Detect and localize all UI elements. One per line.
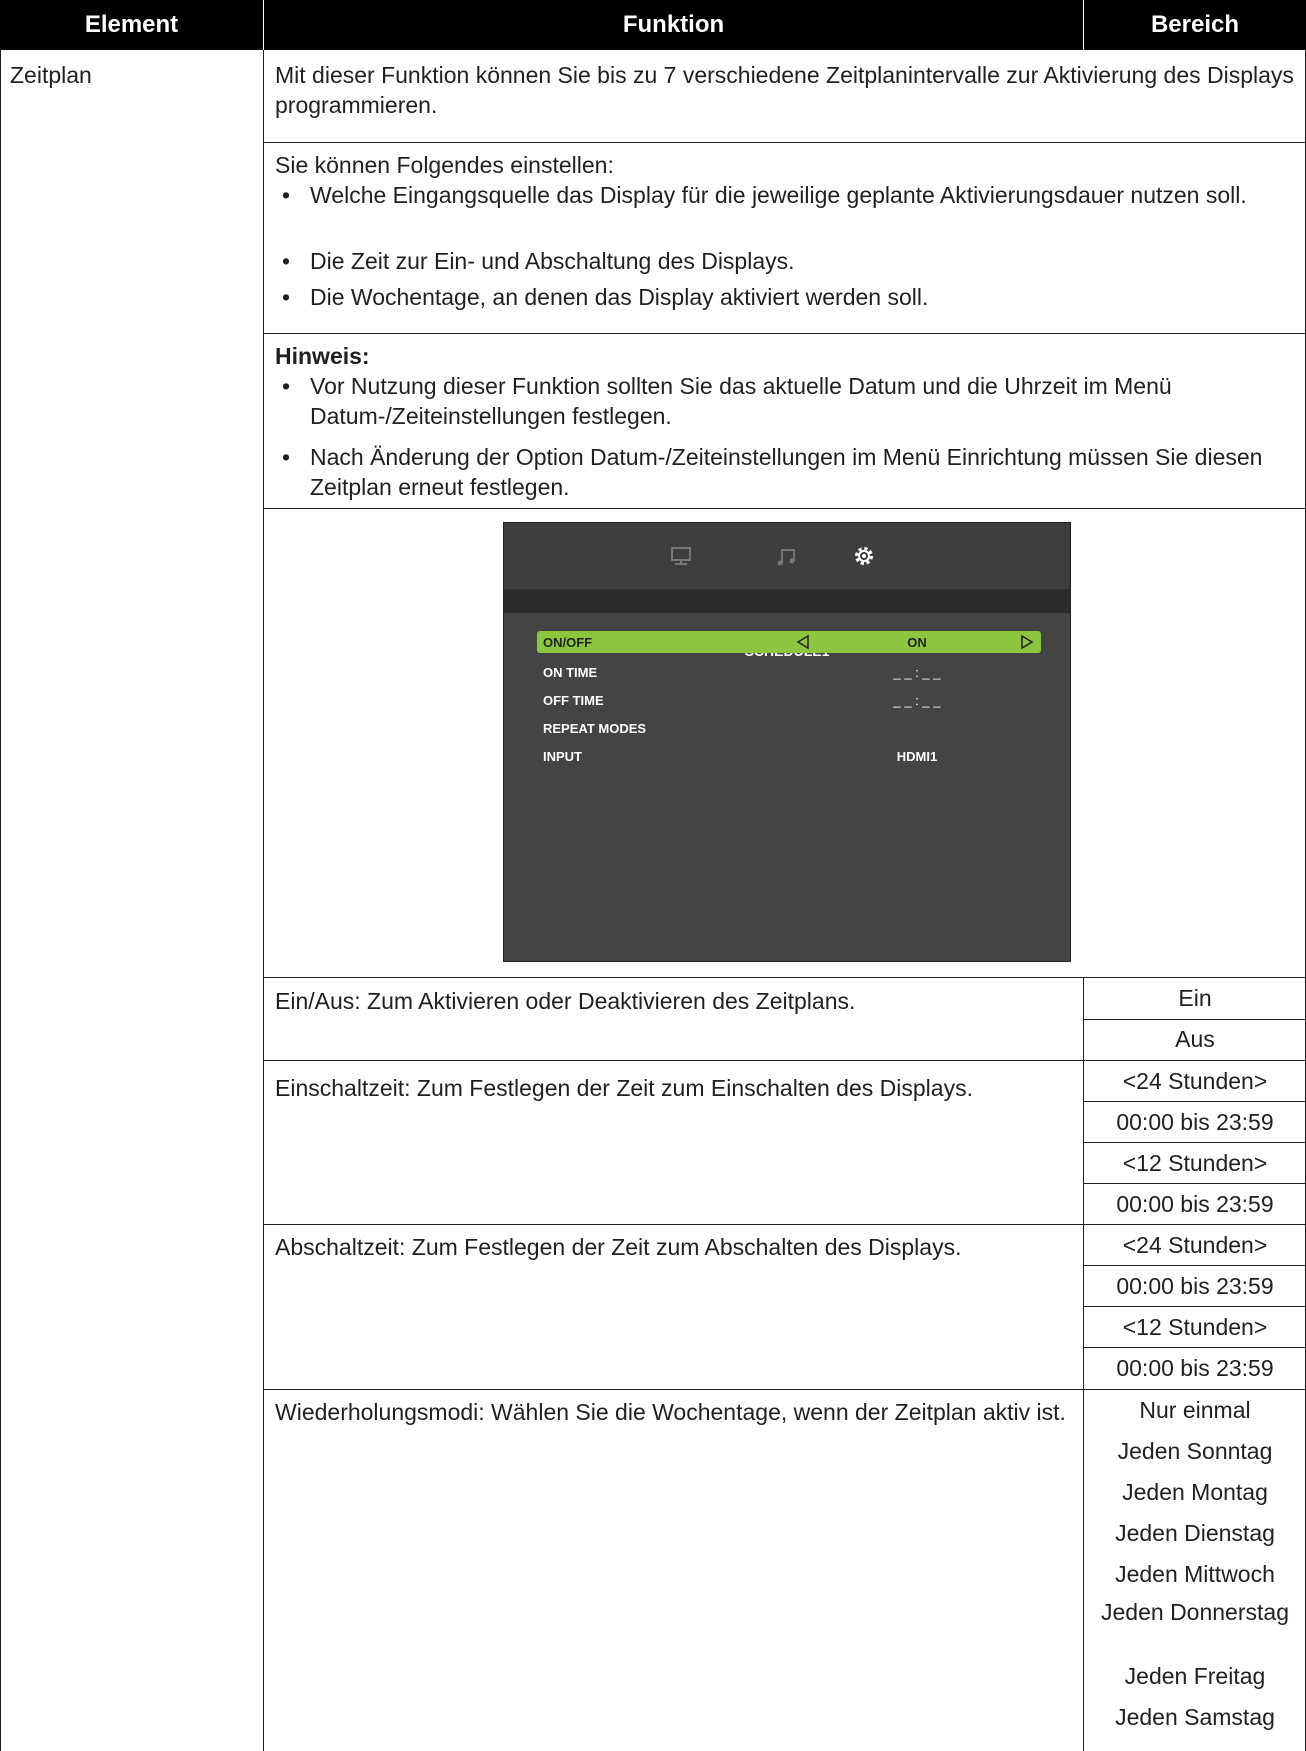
header-funktion: Funktion (264, 0, 1083, 50)
range-value: <24 Stunden> (1122, 1232, 1268, 1258)
range-value: 00:00 bis 23:59 (1116, 1355, 1274, 1381)
osd-row-value: HDMI1 (896, 749, 938, 764)
settable-item: • Die Wochentage, an denen das Display a… (282, 282, 1282, 312)
bullet-icon: • (282, 284, 291, 310)
range-value: 00:00 bis 23:59 (1116, 1273, 1274, 1299)
element-name: Zeitplan (10, 62, 92, 88)
manual-page: Element Funktion Bereich Zeitplan Mit di… (0, 0, 1306, 1751)
range-value: Jeden Sonntag (1117, 1438, 1273, 1464)
arrow-left-icon[interactable] (795, 634, 811, 650)
osd-row-label: ON/OFF (543, 635, 593, 650)
settable-item: • Welche Eingangsquelle das Display für … (282, 180, 1282, 210)
intro-text: Mit dieser Funktion können Sie bis zu 7 … (275, 62, 1294, 118)
osd-row-input[interactable]: INPUT HDMI1 (537, 745, 1041, 767)
settable-item-text: Welche Eingangsquelle das Display für di… (310, 182, 1247, 208)
osd-row-off-time[interactable]: OFF TIME _ _ : _ _ (537, 689, 1041, 711)
option-range: <24 Stunden> 00:00 bis 23:59 <12 Stunden… (1084, 1225, 1306, 1389)
osd-row-label: OFF TIME (543, 693, 604, 708)
range-value: 00:00 bis 23:59 (1116, 1191, 1274, 1217)
note-item: • Vor Nutzung dieser Funktion sollten Si… (282, 371, 1282, 431)
option-description: Ein/Aus: Zum Aktivieren oder Deaktiviere… (275, 988, 856, 1014)
header-divider (263, 0, 264, 50)
bullet-icon: • (282, 373, 291, 399)
osd-screenshot: SCHEDULE1 ON/OFF ON ON TIME _ _ : _ _ OF… (503, 522, 1071, 962)
option-range: <24 Stunden> 00:00 bis 23:59 <12 Stunden… (1084, 1061, 1306, 1225)
osd-row-label: INPUT (543, 749, 582, 764)
range-value: Jeden Donnerstag (1101, 1599, 1289, 1625)
option-description: Abschaltzeit: Zum Festlegen der Zeit zum… (275, 1234, 962, 1260)
range-value: <24 Stunden> (1122, 1068, 1268, 1094)
bullet-icon: • (282, 182, 291, 208)
header-funktion-label: Funktion (622, 11, 725, 38)
range-value: Jeden Dienstag (1115, 1520, 1275, 1546)
option-range: Ein Aus (1084, 978, 1306, 1060)
range-value: <12 Stunden> (1122, 1150, 1268, 1176)
range-value: Jeden Samstag (1115, 1704, 1275, 1730)
table-border-left (0, 50, 1, 1751)
bullet-icon: • (282, 444, 291, 470)
option-description: Wiederholungsmodi: Wählen Sie die Wochen… (275, 1399, 1066, 1425)
settable-item-text: Die Zeit zur Ein- und Abschaltung des Di… (310, 248, 795, 274)
header-divider (1083, 0, 1084, 50)
osd-row-repeat-modes[interactable]: REPEAT MODES (537, 717, 1041, 739)
settable-item-text: Die Wochentage, an denen das Display akt… (310, 284, 929, 310)
row-divider (263, 333, 1306, 334)
header-bereich: Bereich (1084, 0, 1306, 50)
osd-row-value: _ _ : _ _ (893, 665, 941, 680)
note-item: • Nach Änderung der Option Datum-/Zeitei… (282, 442, 1282, 502)
osd-row-value: ON (907, 635, 927, 650)
header-bereich-label: Bereich (1150, 11, 1240, 38)
option-range: Nur einmal Jeden Sonntag Jeden Montag Je… (1084, 1390, 1306, 1738)
osd-tab-bar (504, 523, 1070, 589)
osd-row-on-off[interactable]: ON/OFF ON (537, 631, 1041, 653)
bullet-icon: • (282, 248, 291, 274)
range-value: Nur einmal (1139, 1397, 1251, 1423)
osd-separator-bar (504, 589, 1070, 613)
row-divider (263, 142, 1306, 143)
osd-row-label: REPEAT MODES (543, 721, 647, 736)
range-value: <12 Stunden> (1122, 1314, 1268, 1340)
header-element: Element (0, 0, 263, 50)
music-icon (777, 549, 795, 566)
osd-row-on-time[interactable]: ON TIME _ _ : _ _ (537, 661, 1041, 683)
range-value: Jeden Mittwoch (1115, 1561, 1275, 1587)
header-element-label: Element (84, 11, 179, 38)
table-column-divider (263, 50, 264, 1751)
osd-row-value: _ _ : _ _ (893, 693, 941, 708)
settable-item: • Die Zeit zur Ein- und Abschaltung des … (282, 246, 1282, 276)
settings-icon (855, 547, 873, 565)
range-value: Jeden Freitag (1124, 1663, 1266, 1689)
range-value: Aus (1175, 1026, 1215, 1052)
range-value: Ein (1178, 985, 1212, 1011)
display-icon (671, 547, 691, 565)
osd-row-label: ON TIME (543, 665, 598, 680)
note-item-text: Nach Änderung der Option Datum-/Zeiteins… (310, 444, 1263, 500)
range-value: Jeden Montag (1122, 1479, 1268, 1505)
settable-heading: Sie können Folgendes einstellen: (275, 152, 614, 178)
note-heading: Hinweis: (275, 343, 370, 369)
option-description: Einschaltzeit: Zum Festlegen der Zeit zu… (275, 1075, 973, 1101)
arrow-right-icon[interactable] (1019, 634, 1035, 650)
note-item-text: Vor Nutzung dieser Funktion sollten Sie … (310, 373, 1172, 429)
row-divider (263, 508, 1306, 509)
range-value: 00:00 bis 23:59 (1116, 1109, 1274, 1135)
